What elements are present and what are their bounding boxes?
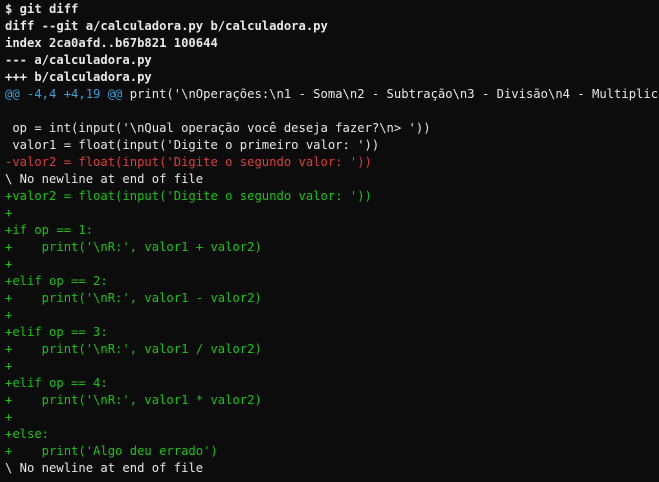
- diff-body: op = int(input('\nQual operação você des…: [5, 103, 659, 477]
- diff-added-line: +: [5, 257, 13, 271]
- diff-added-line: +elif op == 3:: [5, 325, 108, 339]
- diff-header-git: diff --git a/calculadora.py b/calculador…: [5, 19, 328, 33]
- diff-added-line: +: [5, 308, 13, 322]
- hunk-header: @@ -4,4 +4,19 @@ print('\nOperações:\n1 …: [5, 86, 659, 103]
- diff-header-index: index 2ca0afd..b67b821 100644: [5, 36, 218, 50]
- diff-deleted-line: -valor2 = float(input('Digite o segundo …: [5, 155, 372, 169]
- hunk-range: @@ -4,4 +4,19 @@: [5, 87, 123, 101]
- diff-added-line: +: [5, 410, 13, 424]
- diff-added-line: +: [5, 359, 13, 373]
- diff-added-line: +if op == 1:: [5, 223, 94, 237]
- diff-context-line: valor1 = float(input('Digite o primeiro …: [5, 138, 380, 152]
- diff-header-old-file: --- a/calculadora.py: [5, 53, 152, 67]
- terminal-window[interactable]: $ git diff diff --git a/calculadora.py b…: [0, 0, 659, 482]
- diff-added-line: +elif op == 2:: [5, 274, 108, 288]
- diff-added-line: + print('Algo deu errado'): [5, 444, 218, 458]
- command-prompt: $ git diff: [5, 2, 79, 16]
- diff-added-line: +: [5, 206, 13, 220]
- diff-context-line: [5, 103, 659, 120]
- diff-context-line: op = int(input('\nQual operação você des…: [5, 121, 431, 135]
- diff-added-line: + print('\nR:', valor1 / valor2): [5, 342, 262, 356]
- hunk-context: print('\nOperações:\n1 - Soma\n2 - Subtr…: [122, 87, 659, 101]
- diff-header-new-file: +++ b/calculadora.py: [5, 70, 152, 84]
- diff-added-line: +elif op == 4:: [5, 376, 108, 390]
- diff-added-line: + print('\nR:', valor1 * valor2): [5, 393, 262, 407]
- diff-added-line: + print('\nR:', valor1 + valor2): [5, 240, 262, 254]
- diff-added-line: +valor2 = float(input('Digite o segundo …: [5, 189, 372, 203]
- diff-meta-line: \ No newline at end of file: [5, 461, 204, 475]
- diff-added-line: +else:: [5, 427, 50, 441]
- diff-added-line: + print('\nR:', valor1 - valor2): [5, 291, 262, 305]
- diff-meta-line: \ No newline at end of file: [5, 172, 204, 186]
